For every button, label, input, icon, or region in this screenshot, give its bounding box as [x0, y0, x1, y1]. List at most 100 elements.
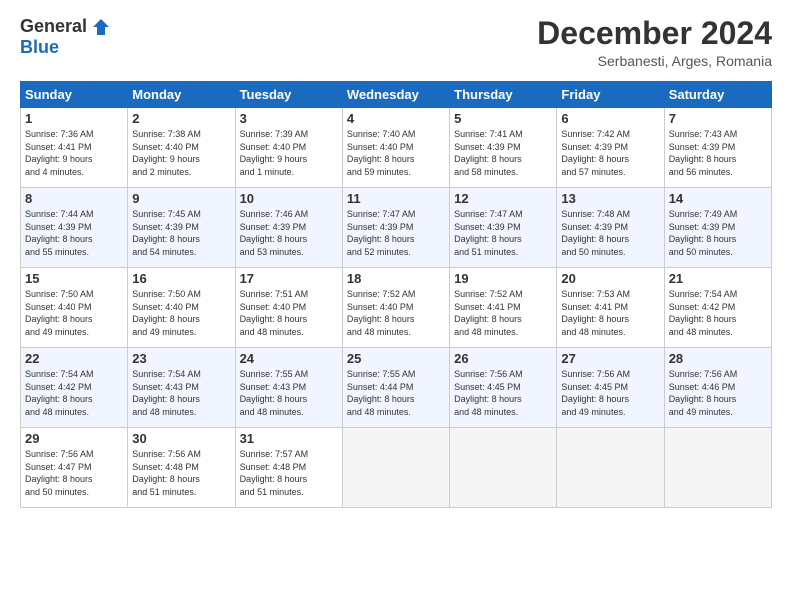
- table-cell: 4 Sunrise: 7:40 AM Sunset: 4:40 PM Daylig…: [342, 108, 449, 188]
- week-row-2: 8 Sunrise: 7:44 AM Sunset: 4:39 PM Daylig…: [21, 188, 772, 268]
- calendar-table: Sunday Monday Tuesday Wednesday Thursday…: [20, 81, 772, 508]
- day-info: Sunrise: 7:56 AM Sunset: 4:48 PM Dayligh…: [132, 448, 230, 498]
- day-number: 17: [240, 271, 338, 286]
- day-info: Sunrise: 7:56 AM Sunset: 4:45 PM Dayligh…: [454, 368, 552, 418]
- week-row-3: 15 Sunrise: 7:50 AM Sunset: 4:40 PM Dayli…: [21, 268, 772, 348]
- table-cell: 26 Sunrise: 7:56 AM Sunset: 4:45 PM Dayli…: [450, 348, 557, 428]
- table-cell: 31 Sunrise: 7:57 AM Sunset: 4:48 PM Dayli…: [235, 428, 342, 508]
- col-wednesday: Wednesday: [342, 82, 449, 108]
- day-number: 11: [347, 191, 445, 206]
- table-cell: 22Sunrise: 7:54 AM Sunset: 4:42 PM Dayli…: [21, 348, 128, 428]
- day-number: 15: [25, 271, 123, 286]
- day-number: 22: [25, 351, 123, 366]
- day-info: Sunrise: 7:42 AM Sunset: 4:39 PM Dayligh…: [561, 128, 659, 178]
- logo-general-text: General: [20, 16, 87, 37]
- table-cell: 14Sunrise: 7:49 AM Sunset: 4:39 PM Dayli…: [664, 188, 771, 268]
- day-info: Sunrise: 7:55 AM Sunset: 4:44 PM Dayligh…: [347, 368, 445, 418]
- day-number: 13: [561, 191, 659, 206]
- day-number: 26: [454, 351, 552, 366]
- day-info: Sunrise: 7:40 AM Sunset: 4:40 PM Dayligh…: [347, 128, 445, 178]
- day-number: 27: [561, 351, 659, 366]
- week-row-1: 1Sunrise: 7:36 AM Sunset: 4:41 PM Daylig…: [21, 108, 772, 188]
- day-number: 25: [347, 351, 445, 366]
- table-cell: 30 Sunrise: 7:56 AM Sunset: 4:48 PM Dayli…: [128, 428, 235, 508]
- day-number: 9: [132, 191, 230, 206]
- day-number: 12: [454, 191, 552, 206]
- day-number: 30: [132, 431, 230, 446]
- table-cell: 23 Sunrise: 7:54 AM Sunset: 4:43 PM Dayli…: [128, 348, 235, 428]
- day-info: Sunrise: 7:55 AM Sunset: 4:43 PM Dayligh…: [240, 368, 338, 418]
- day-number: 24: [240, 351, 338, 366]
- day-number: 8: [25, 191, 123, 206]
- day-number: 21: [669, 271, 767, 286]
- week-row-5: 29Sunrise: 7:56 AM Sunset: 4:47 PM Dayli…: [21, 428, 772, 508]
- title-section: December 2024 Serbanesti, Arges, Romania: [537, 16, 772, 69]
- day-number: 23: [132, 351, 230, 366]
- col-sunday: Sunday: [21, 82, 128, 108]
- day-info: Sunrise: 7:48 AM Sunset: 4:39 PM Dayligh…: [561, 208, 659, 258]
- col-friday: Friday: [557, 82, 664, 108]
- table-cell: 18 Sunrise: 7:52 AM Sunset: 4:40 PM Dayli…: [342, 268, 449, 348]
- day-info: Sunrise: 7:56 AM Sunset: 4:46 PM Dayligh…: [669, 368, 767, 418]
- day-number: 6: [561, 111, 659, 126]
- table-cell: [450, 428, 557, 508]
- page-container: General Blue December 2024 Serbanesti, A…: [0, 0, 792, 520]
- col-thursday: Thursday: [450, 82, 557, 108]
- table-cell: 28 Sunrise: 7:56 AM Sunset: 4:46 PM Dayli…: [664, 348, 771, 428]
- table-cell: 24 Sunrise: 7:55 AM Sunset: 4:43 PM Dayli…: [235, 348, 342, 428]
- day-number: 16: [132, 271, 230, 286]
- table-cell: 8 Sunrise: 7:44 AM Sunset: 4:39 PM Daylig…: [21, 188, 128, 268]
- day-number: 7: [669, 111, 767, 126]
- month-title: December 2024: [537, 16, 772, 51]
- table-cell: 2 Sunrise: 7:38 AM Sunset: 4:40 PM Daylig…: [128, 108, 235, 188]
- col-monday: Monday: [128, 82, 235, 108]
- table-cell: 7 Sunrise: 7:43 AM Sunset: 4:39 PM Daylig…: [664, 108, 771, 188]
- day-number: 20: [561, 271, 659, 286]
- header-row: Sunday Monday Tuesday Wednesday Thursday…: [21, 82, 772, 108]
- day-info: Sunrise: 7:36 AM Sunset: 4:41 PM Dayligh…: [25, 128, 123, 178]
- day-info: Sunrise: 7:54 AM Sunset: 4:43 PM Dayligh…: [132, 368, 230, 418]
- table-cell: 20Sunrise: 7:53 AM Sunset: 4:41 PM Dayli…: [557, 268, 664, 348]
- day-info: Sunrise: 7:47 AM Sunset: 4:39 PM Dayligh…: [454, 208, 552, 258]
- day-info: Sunrise: 7:41 AM Sunset: 4:39 PM Dayligh…: [454, 128, 552, 178]
- day-number: 2: [132, 111, 230, 126]
- day-info: Sunrise: 7:56 AM Sunset: 4:47 PM Dayligh…: [25, 448, 123, 498]
- logo: General Blue: [20, 16, 111, 58]
- table-cell: 12 Sunrise: 7:47 AM Sunset: 4:39 PM Dayli…: [450, 188, 557, 268]
- day-info: Sunrise: 7:52 AM Sunset: 4:41 PM Dayligh…: [454, 288, 552, 338]
- day-info: Sunrise: 7:47 AM Sunset: 4:39 PM Dayligh…: [347, 208, 445, 258]
- table-cell: [664, 428, 771, 508]
- day-info: Sunrise: 7:46 AM Sunset: 4:39 PM Dayligh…: [240, 208, 338, 258]
- day-number: 4: [347, 111, 445, 126]
- col-saturday: Saturday: [664, 82, 771, 108]
- table-cell: 11 Sunrise: 7:47 AM Sunset: 4:39 PM Dayli…: [342, 188, 449, 268]
- table-cell: 13 Sunrise: 7:48 AM Sunset: 4:39 PM Dayli…: [557, 188, 664, 268]
- header: General Blue December 2024 Serbanesti, A…: [20, 16, 772, 69]
- logo-icon: [91, 17, 111, 37]
- day-info: Sunrise: 7:43 AM Sunset: 4:39 PM Dayligh…: [669, 128, 767, 178]
- table-cell: 6 Sunrise: 7:42 AM Sunset: 4:39 PM Daylig…: [557, 108, 664, 188]
- day-info: Sunrise: 7:38 AM Sunset: 4:40 PM Dayligh…: [132, 128, 230, 178]
- day-number: 18: [347, 271, 445, 286]
- table-cell: 17 Sunrise: 7:51 AM Sunset: 4:40 PM Dayli…: [235, 268, 342, 348]
- day-info: Sunrise: 7:52 AM Sunset: 4:40 PM Dayligh…: [347, 288, 445, 338]
- day-info: Sunrise: 7:51 AM Sunset: 4:40 PM Dayligh…: [240, 288, 338, 338]
- table-cell: 21Sunrise: 7:54 AM Sunset: 4:42 PM Dayli…: [664, 268, 771, 348]
- day-info: Sunrise: 7:49 AM Sunset: 4:39 PM Dayligh…: [669, 208, 767, 258]
- day-info: Sunrise: 7:50 AM Sunset: 4:40 PM Dayligh…: [132, 288, 230, 338]
- day-info: Sunrise: 7:39 AM Sunset: 4:40 PM Dayligh…: [240, 128, 338, 178]
- table-cell: 5Sunrise: 7:41 AM Sunset: 4:39 PM Daylig…: [450, 108, 557, 188]
- day-info: Sunrise: 7:56 AM Sunset: 4:45 PM Dayligh…: [561, 368, 659, 418]
- day-info: Sunrise: 7:44 AM Sunset: 4:39 PM Dayligh…: [25, 208, 123, 258]
- table-cell: 1Sunrise: 7:36 AM Sunset: 4:41 PM Daylig…: [21, 108, 128, 188]
- day-number: 31: [240, 431, 338, 446]
- table-cell: [342, 428, 449, 508]
- day-number: 28: [669, 351, 767, 366]
- day-info: Sunrise: 7:45 AM Sunset: 4:39 PM Dayligh…: [132, 208, 230, 258]
- day-number: 19: [454, 271, 552, 286]
- week-row-4: 22Sunrise: 7:54 AM Sunset: 4:42 PM Dayli…: [21, 348, 772, 428]
- day-info: Sunrise: 7:57 AM Sunset: 4:48 PM Dayligh…: [240, 448, 338, 498]
- table-cell: 9 Sunrise: 7:45 AM Sunset: 4:39 PM Daylig…: [128, 188, 235, 268]
- table-cell: 10Sunrise: 7:46 AM Sunset: 4:39 PM Dayli…: [235, 188, 342, 268]
- table-cell: [557, 428, 664, 508]
